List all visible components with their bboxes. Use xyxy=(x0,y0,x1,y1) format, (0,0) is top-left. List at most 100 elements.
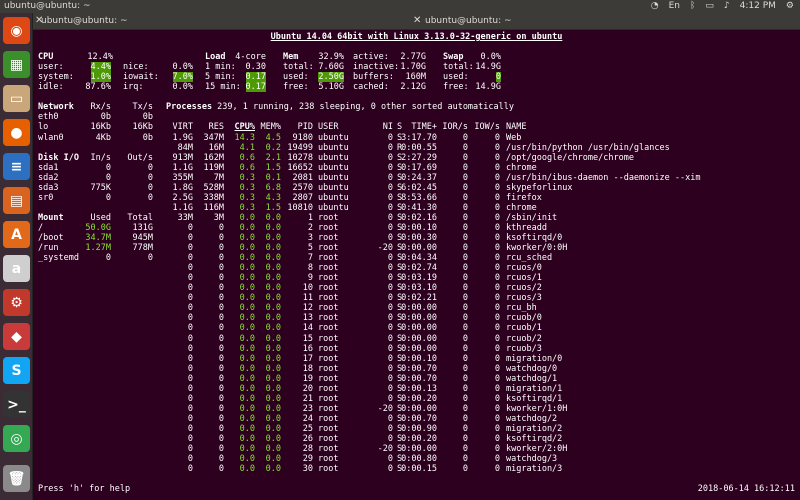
process-cell: 0 xyxy=(187,343,193,354)
process-cell: 0 xyxy=(462,434,468,444)
swap-value: 14.9G xyxy=(475,62,501,73)
network-header: Rx/s xyxy=(90,102,111,113)
process-cell: 0:00.00 xyxy=(401,323,437,334)
terminal-glances[interactable]: Ubuntu 14.04 64bit with Linux 3.13.0-32-… xyxy=(33,30,800,500)
process-cell: ubuntu xyxy=(318,162,349,173)
mount-used: 1.27M xyxy=(85,243,111,254)
process-cell: 0 xyxy=(494,444,500,455)
process-cell: 25 xyxy=(302,423,313,434)
files-icon[interactable]: ▭ xyxy=(3,85,30,112)
remmina-icon[interactable]: ◆ xyxy=(3,323,30,350)
process-cell: 0.0 xyxy=(239,393,255,404)
libreoffice-writer-icon[interactable]: ≡ xyxy=(3,153,30,180)
amazon-icon[interactable]: a xyxy=(3,255,30,282)
process-cell: ubuntu xyxy=(318,172,349,183)
process-cell: root xyxy=(318,243,339,254)
process-cell: 21 xyxy=(302,393,313,404)
load-label: 15 min: xyxy=(205,82,241,93)
process-cell: 0 xyxy=(462,343,468,354)
process-cell: 0:00.70 xyxy=(401,413,437,424)
process-cell: 913M xyxy=(172,152,193,163)
skype-icon[interactable]: S xyxy=(3,357,30,384)
libreoffice-calc-icon[interactable]: ▦ xyxy=(3,51,30,78)
process-cell: 0.0 xyxy=(239,222,255,233)
cpu-title: CPU xyxy=(38,52,54,63)
process-cell: 0 xyxy=(462,283,468,294)
process-cell: root xyxy=(318,363,339,374)
process-cell: 0:00.00 xyxy=(401,444,437,455)
process-cell: 0.0 xyxy=(239,373,255,384)
battery-icon[interactable]: ▭ xyxy=(705,1,714,11)
clock[interactable]: 4:12 PM xyxy=(740,1,776,11)
process-cell: 10810 xyxy=(287,202,313,213)
disk-in: 0 xyxy=(105,162,111,173)
terminal-tab-1[interactable]: ✕ ubuntu@ubuntu: ~ xyxy=(33,13,413,30)
system-settings-icon[interactable]: ⚙ xyxy=(3,289,30,316)
process-cell: 0 xyxy=(494,393,500,404)
cpu-value: 0.0% xyxy=(172,62,193,73)
firefox-icon[interactable]: ● xyxy=(3,119,30,146)
network-iface: eth0 xyxy=(38,112,59,123)
terminal-tab-2[interactable]: ✕ ubuntu@ubuntu: ~ xyxy=(413,13,800,30)
process-cell: chrome xyxy=(506,162,537,173)
gear-icon[interactable]: ⚙ xyxy=(786,1,794,11)
process-cell: 0.0 xyxy=(265,343,281,354)
process-cell: 28 xyxy=(302,444,313,455)
swap-label: free: xyxy=(443,82,469,93)
process-cell: 0 xyxy=(462,222,468,233)
wifi-icon[interactable]: ◔ xyxy=(651,1,659,11)
process-cell: 0 xyxy=(462,423,468,434)
process-cell: 0 xyxy=(494,172,500,183)
process-cell: 0 xyxy=(494,293,500,304)
disk-out: 0 xyxy=(147,162,153,173)
process-cell: 0:02.21 xyxy=(401,293,437,304)
terminal-icon[interactable]: >_ xyxy=(3,391,30,418)
process-cell: 0 xyxy=(387,353,393,364)
software-center-icon[interactable]: A xyxy=(3,221,30,248)
process-cell: 23 xyxy=(302,403,313,414)
cpu-label: system: xyxy=(38,72,74,83)
process-cell: 0 xyxy=(218,373,224,384)
libreoffice-impress-icon[interactable]: ▤ xyxy=(3,187,30,214)
process-cell: 0.0 xyxy=(239,313,255,324)
disk-name: sda2 xyxy=(38,172,59,183)
process-cell: 26 xyxy=(302,434,313,444)
process-cell: 0 xyxy=(218,403,224,414)
process-cell: 0 xyxy=(187,263,193,274)
process-cell: 0 xyxy=(387,333,393,344)
diskio-header: Out/s xyxy=(127,152,153,163)
cpu-label: iowait: xyxy=(123,72,159,83)
process-cell: 3 xyxy=(307,233,313,243)
process-cell: 0 xyxy=(494,152,500,163)
ubuntu-dash-icon[interactable]: ◉ xyxy=(3,17,30,44)
process-cell: 0:00.00 xyxy=(401,333,437,344)
chrome-icon[interactable]: ◎ xyxy=(3,425,30,452)
process-cell: 0.0 xyxy=(239,323,255,334)
process-cell: 0:00.00 xyxy=(401,343,437,354)
process-cell: 1.5 xyxy=(265,162,281,173)
process-cell: root xyxy=(318,403,339,414)
volume-icon[interactable]: ♪ xyxy=(724,1,730,11)
process-cell: 0 xyxy=(218,454,224,465)
process-cell: 0 xyxy=(387,162,393,173)
trash-icon[interactable]: 🗑 xyxy=(3,465,30,492)
mem-label: free: xyxy=(283,82,309,93)
close-tab-icon[interactable]: ✕ xyxy=(413,13,421,29)
process-cell: 0 xyxy=(187,403,193,414)
process-cell: 0.0 xyxy=(239,454,255,465)
tab-label: ubuntu@ubuntu: ~ xyxy=(425,16,512,26)
process-cell: 0 xyxy=(218,303,224,314)
bluetooth-icon[interactable]: ᛒ xyxy=(690,1,695,11)
process-cell: 0 xyxy=(462,233,468,243)
process-cell: 0 xyxy=(494,273,500,284)
process-cell: 14.3 xyxy=(234,132,255,143)
process-cell: 0 xyxy=(462,464,468,475)
process-cell: rcuos/1 xyxy=(506,273,542,284)
keyboard-layout-indicator[interactable]: En xyxy=(669,1,680,11)
process-cell: 7M xyxy=(213,172,224,183)
process-cell: 0 xyxy=(462,293,468,304)
process-cell: 0 xyxy=(494,182,500,193)
process-cell: 0 xyxy=(494,142,500,153)
cpu-label: user: xyxy=(38,62,64,73)
process-cell: 0 xyxy=(187,363,193,374)
